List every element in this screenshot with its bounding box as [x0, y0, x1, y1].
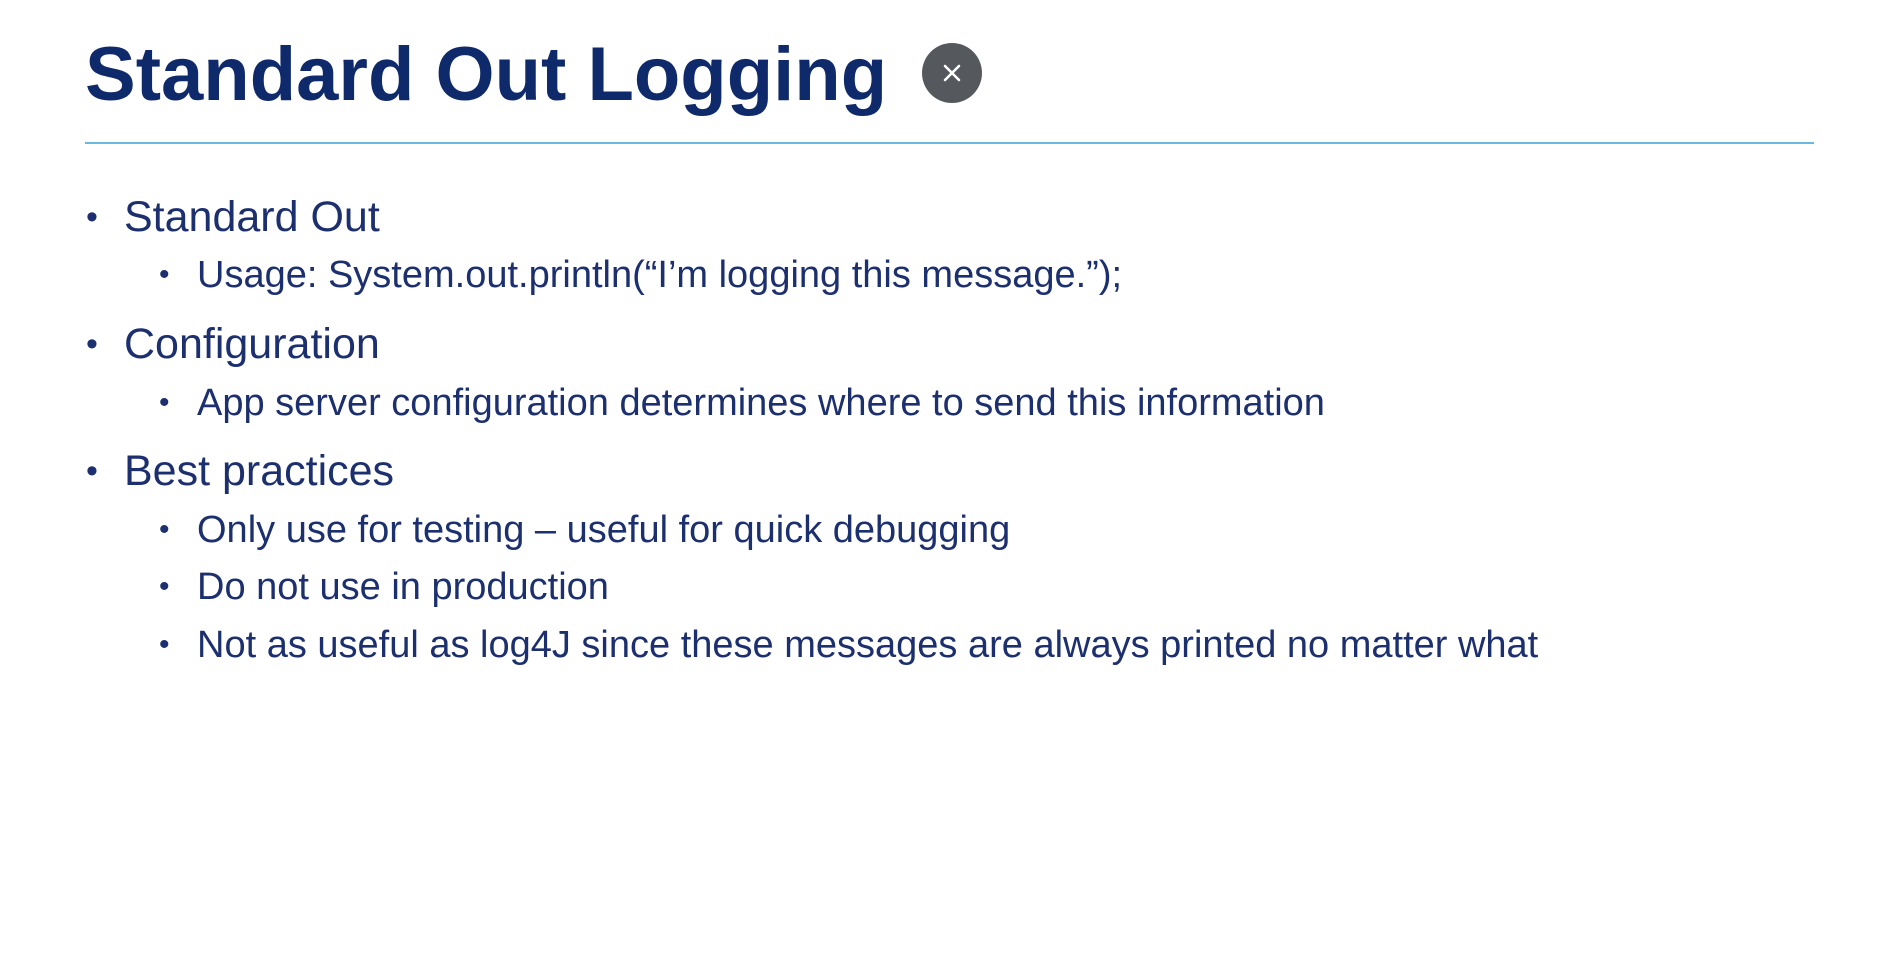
bullet-dot: • — [159, 628, 170, 661]
bullet-dot: • — [159, 570, 170, 603]
slide: Standard Out Logging • Standard Out • Us… — [0, 0, 1883, 967]
sub-bullet-text: Do not use in production — [197, 566, 609, 608]
sub-bullet-log4j: • Not as useful as log4J since these mes… — [159, 622, 1539, 668]
bullet-best-practices: • Best practices — [86, 446, 395, 496]
bullet-dot: • — [159, 258, 170, 291]
sub-bullet-testing: • Only use for testing – useful for quic… — [159, 507, 1011, 553]
sub-bullet-text: Only use for testing – useful for quick … — [197, 509, 1011, 551]
sub-bullet-text: App server configuration determines wher… — [197, 382, 1325, 424]
bullet-text: Best practices — [124, 447, 395, 495]
bullet-dot: • — [86, 198, 98, 236]
sub-bullet-app-server: • App server configuration determines wh… — [159, 380, 1325, 426]
sub-bullet-usage: • Usage: System.out.println(“I’m logging… — [159, 252, 1123, 298]
bullet-standard-out: • Standard Out — [86, 192, 380, 242]
sub-bullet-text: Not as useful as log4J since these messa… — [197, 624, 1539, 666]
bullet-dot: • — [86, 452, 98, 490]
bullet-dot: • — [159, 513, 170, 546]
bullet-list: • Standard Out • Usage: System.out.print… — [0, 0, 1883, 967]
bullet-text: Configuration — [124, 320, 380, 368]
bullet-configuration: • Configuration — [86, 319, 380, 369]
bullet-text: Standard Out — [124, 193, 380, 241]
sub-bullet-text: Usage: System.out.println(“I’m logging t… — [197, 254, 1123, 296]
sub-bullet-production: • Do not use in production — [159, 564, 609, 610]
bullet-dot: • — [86, 325, 98, 363]
bullet-dot: • — [159, 386, 170, 419]
